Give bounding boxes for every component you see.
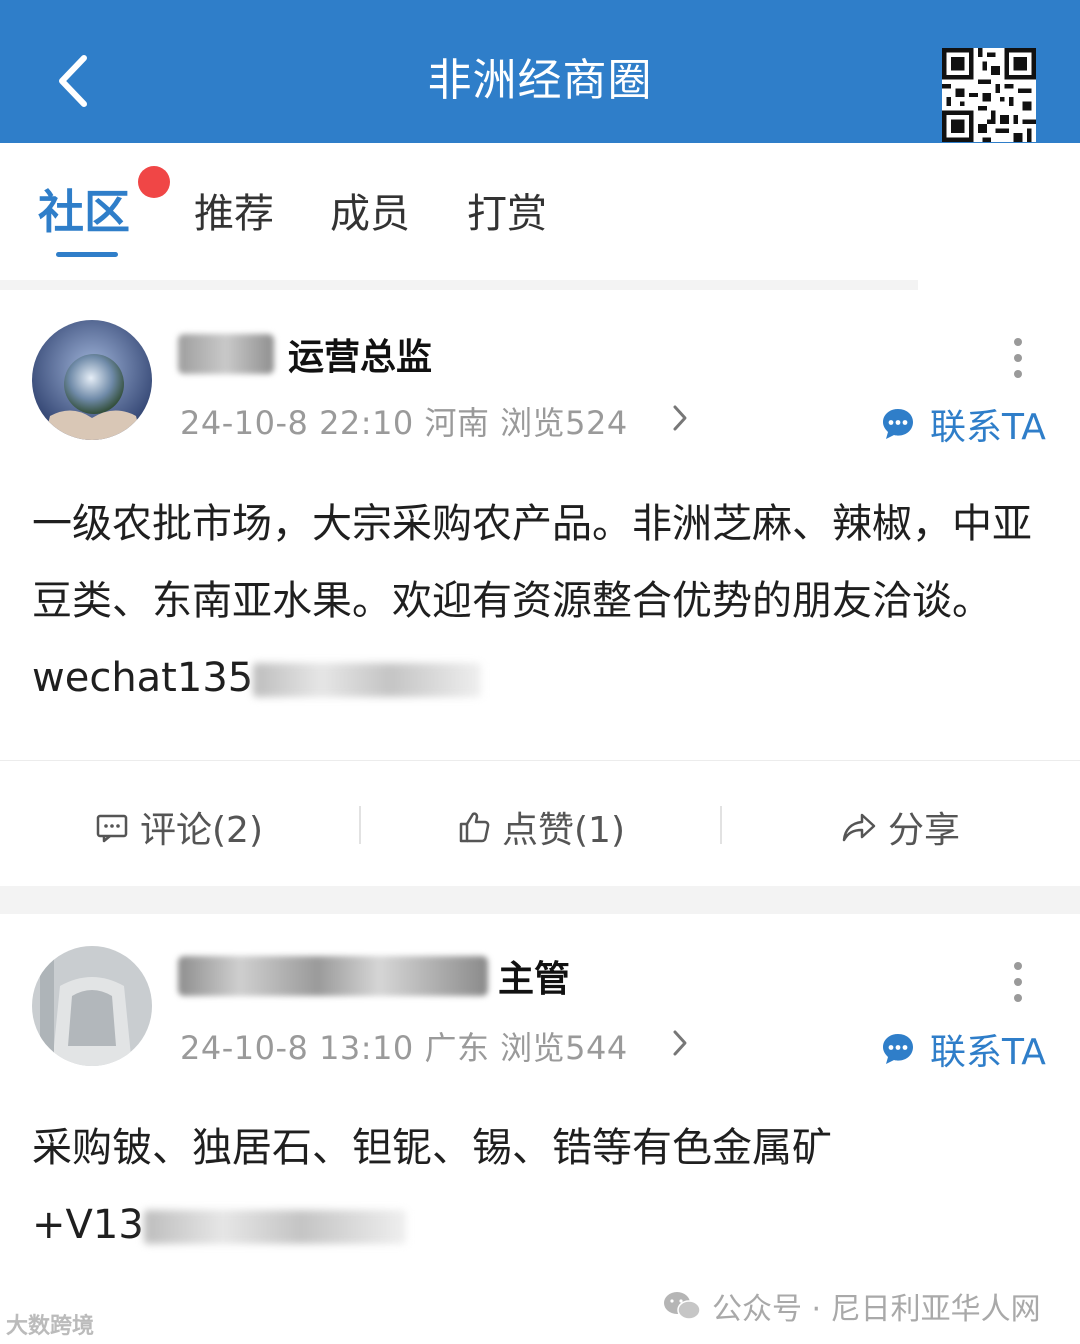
post-meta: 24-10-8 22:10 河南 浏览524: [180, 404, 628, 442]
post-separator: [0, 886, 1080, 914]
post-card[interactable]: 运营总监 24-10-8 22:10 河南 浏览524 联系TA 一级农批市场，…: [0, 290, 1080, 760]
avatar-image: [32, 946, 152, 1066]
section-divider: [0, 280, 918, 290]
top-app-bar: 非洲经商圈: [0, 0, 1080, 143]
qr-code-icon[interactable]: [942, 48, 1036, 142]
active-tab-indicator: [56, 252, 118, 257]
author-name-blurred: [178, 956, 488, 996]
chevron-right-icon[interactable]: [670, 1028, 690, 1058]
contact-label: 联系TA: [930, 407, 1046, 448]
action-divider: [720, 806, 722, 844]
avatar[interactable]: [32, 320, 152, 440]
tab-bar: 社区 推荐 成员 打赏: [0, 143, 1080, 283]
post-content: 采购铍、独居石、钽铌、锡、锆等有色金属矿 +V13: [32, 1110, 1042, 1264]
page-title: 非洲经商圈: [427, 55, 653, 106]
tab-members[interactable]: 成员: [330, 181, 410, 239]
post-card[interactable]: 主管 24-10-8 13:10 广东 浏览544 联系TA 采购铍、独居石、钽…: [0, 914, 1080, 1344]
chat-bubble-icon: [883, 1034, 913, 1064]
contact-button[interactable]: 联系TA: [880, 402, 1046, 448]
watermark: 公众号 · 尼日利亚华人网: [662, 1284, 1041, 1328]
post-content-line: 采购铍、独居石、钽铌、锡、锆等有色金属矿: [32, 1125, 832, 1171]
comment-label: 评论(2): [140, 810, 263, 851]
tab-community[interactable]: 社区: [38, 176, 130, 242]
thumbs-up-icon: [459, 812, 490, 843]
redacted-contact: [143, 1210, 406, 1244]
chevron-right-icon[interactable]: [670, 403, 690, 433]
action-divider: [359, 806, 361, 844]
share-icon: [842, 813, 876, 842]
like-label: 点赞(1): [502, 810, 625, 851]
tab-recommend[interactable]: 推荐: [194, 181, 274, 239]
post-actions: 评论(2) 点赞(1) 分享: [0, 760, 1080, 886]
comment-button[interactable]: 评论(2): [94, 801, 263, 853]
post-meta: 24-10-8 13:10 广东 浏览544: [180, 1029, 628, 1067]
wechat-icon: [664, 1292, 701, 1320]
share-label: 分享: [888, 810, 961, 851]
avatar-image: [32, 320, 152, 440]
chat-bubble-icon: [883, 409, 913, 439]
watermark-text: 公众号 · 尼日利亚华人网: [712, 1292, 1041, 1327]
post-content-line: +V13: [32, 1187, 1042, 1264]
more-options-icon[interactable]: [1012, 336, 1024, 380]
author-name-blurred: [178, 334, 274, 374]
contact-button[interactable]: 联系TA: [880, 1027, 1046, 1073]
like-button[interactable]: 点赞(1): [456, 801, 625, 853]
author-role: 运营总监: [288, 337, 433, 378]
post-content-text: +V13: [32, 1202, 144, 1248]
notification-badge: [138, 166, 170, 198]
post-content-text: 一级农批市场，大宗采购农产品。非洲芝麻、辣椒，中亚豆类、东南亚水果。欢迎有资源整…: [32, 501, 1032, 701]
brand-watermark: 大数跨境: [6, 1314, 95, 1339]
contact-label: 联系TA: [930, 1032, 1046, 1073]
post-content: 一级农批市场，大宗采购农产品。非洲芝麻、辣椒，中亚豆类、东南亚水果。欢迎有资源整…: [32, 486, 1042, 717]
share-button[interactable]: 分享: [840, 801, 960, 853]
more-options-icon[interactable]: [1012, 960, 1024, 1004]
author-role: 主管: [498, 959, 571, 1000]
tab-reward[interactable]: 打赏: [467, 181, 547, 239]
avatar[interactable]: [32, 946, 152, 1066]
comment-icon: [96, 814, 128, 843]
redacted-contact: [253, 663, 482, 697]
